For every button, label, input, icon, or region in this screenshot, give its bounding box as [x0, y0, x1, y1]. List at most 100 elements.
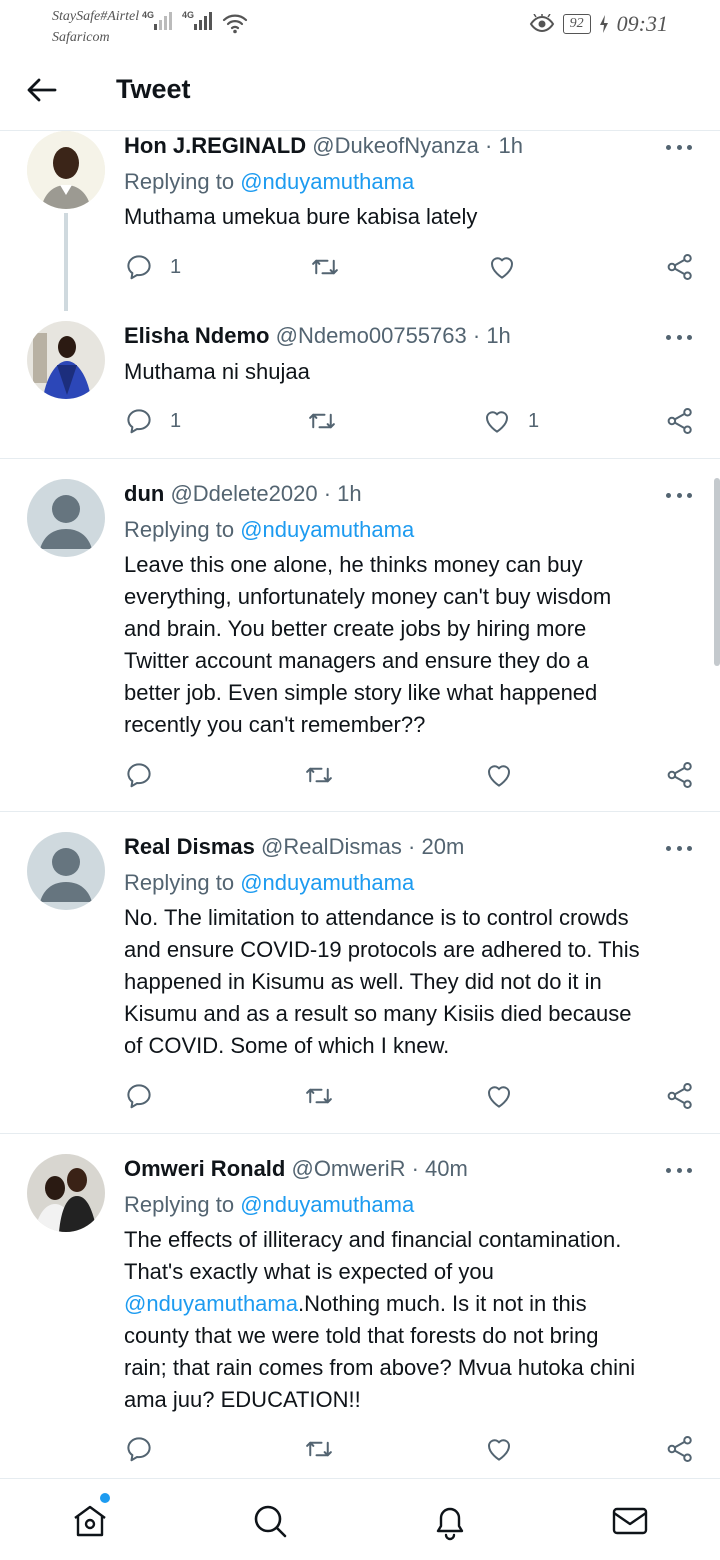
- scrollbar[interactable]: [714, 478, 720, 666]
- retweet-button[interactable]: [307, 406, 337, 436]
- mention-link[interactable]: @nduyamuthama: [240, 870, 414, 895]
- tweet-actions: [0, 1434, 720, 1468]
- back-arrow-icon[interactable]: [26, 76, 58, 104]
- charging-icon: [599, 15, 608, 33]
- share-button[interactable]: [665, 760, 695, 790]
- like-button[interactable]: [487, 252, 517, 282]
- tweet-meta: Omweri Ronald @OmweriR · 40m: [124, 1156, 468, 1182]
- retweet-button[interactable]: [304, 1081, 334, 1111]
- text-line: county that we were told that forests do…: [124, 1323, 599, 1348]
- reply-button[interactable]: [124, 1081, 154, 1111]
- notification-dot: [100, 1493, 110, 1503]
- replying-to: Replying to @nduyamuthama: [124, 169, 415, 194]
- reply-count: 1: [170, 255, 182, 278]
- retweet-icon: [310, 252, 340, 282]
- more-options-icon[interactable]: [666, 1166, 692, 1174]
- retweet-button[interactable]: [310, 252, 340, 282]
- author-handle[interactable]: @Ddelete2020: [170, 481, 317, 506]
- wifi-icon: [222, 14, 248, 34]
- replying-to: Replying to @nduyamuthama: [124, 870, 415, 895]
- reply-tweet[interactable]: Omweri Ronald @OmweriR · 40m Replying to…: [0, 1134, 720, 1478]
- like-button[interactable]: 1: [482, 406, 539, 436]
- reply-tweet[interactable]: Real Dismas @RealDismas · 20m Replying t…: [0, 812, 720, 1134]
- author-name[interactable]: dun: [124, 481, 164, 506]
- heart-icon: [482, 406, 512, 436]
- mention-link[interactable]: @nduyamuthama: [240, 517, 414, 542]
- reply-tweet[interactable]: dun @Ddelete2020 · 1h Replying to @nduya…: [0, 459, 720, 812]
- tweet-meta: Hon J.REGINALD @DukeofNyanza · 1h: [124, 133, 523, 159]
- more-options-icon[interactable]: [666, 333, 692, 341]
- text-line: recently you can't remember??: [124, 712, 426, 737]
- tweet-meta: Elisha Ndemo @Ndemo00755763 · 1h: [124, 323, 511, 349]
- default-avatar[interactable]: [27, 479, 105, 557]
- reply-tweet[interactable]: Hon J.REGINALD @DukeofNyanza · 1h Replyi…: [0, 131, 720, 311]
- tweet-meta: dun @Ddelete2020 · 1h: [124, 481, 362, 507]
- share-button[interactable]: [665, 1434, 695, 1464]
- text-line: Twitter account managers and ensure they…: [124, 648, 589, 673]
- like-button[interactable]: [484, 1434, 514, 1464]
- text-line: rain; that rain comes from above? Mvua h…: [124, 1355, 636, 1380]
- tweet-text: Leave this one alone, he thinks money ca…: [124, 549, 694, 741]
- author-name[interactable]: Omweri Ronald: [124, 1156, 285, 1181]
- home-icon[interactable]: [70, 1501, 110, 1541]
- text-line: and ensure COVID-19 protocols are adhere…: [124, 937, 640, 962]
- mention-link[interactable]: @nduyamuthama: [240, 169, 414, 194]
- app-header: Tweet: [0, 50, 720, 131]
- author-name[interactable]: Elisha Ndemo: [124, 323, 269, 348]
- signal-icon-2: 4G: [182, 10, 212, 30]
- like-count: 1: [528, 409, 540, 432]
- tweet-text: Muthama ni shujaa: [124, 359, 310, 384]
- default-avatar[interactable]: [27, 832, 105, 910]
- more-options-icon[interactable]: [666, 491, 692, 499]
- share-icon: [665, 760, 695, 790]
- author-name[interactable]: Real Dismas: [124, 834, 255, 859]
- tweet-text: No. The limitation to attendance is to c…: [124, 902, 694, 1062]
- share-icon: [665, 1434, 695, 1464]
- tweet-time: · 1h: [485, 133, 523, 158]
- share-icon: [665, 406, 695, 436]
- comment-icon: [124, 1434, 154, 1464]
- like-button[interactable]: [484, 1081, 514, 1111]
- reply-button[interactable]: 1: [124, 406, 181, 436]
- reply-button[interactable]: [124, 760, 154, 790]
- heart-icon: [487, 252, 517, 282]
- author-handle[interactable]: @OmweriR: [291, 1156, 405, 1181]
- reply-count: 1: [170, 409, 182, 432]
- retweet-button[interactable]: [304, 760, 334, 790]
- more-options-icon[interactable]: [666, 844, 692, 852]
- comment-icon: [124, 406, 154, 436]
- avatar[interactable]: [27, 321, 105, 399]
- mail-icon[interactable]: [610, 1501, 650, 1541]
- bell-icon[interactable]: [430, 1501, 470, 1541]
- author-handle[interactable]: @Ndemo00755763: [276, 323, 467, 348]
- share-button[interactable]: [665, 252, 695, 282]
- more-options-icon[interactable]: [666, 143, 692, 151]
- reply-tweet[interactable]: Elisha Ndemo @Ndemo00755763 · 1h Muthama…: [0, 311, 720, 459]
- bottom-navigation: [0, 1478, 720, 1560]
- replying-to: Replying to @nduyamuthama: [124, 517, 415, 542]
- text-line: That's exactly what is expected of you: [124, 1259, 494, 1284]
- mention-link[interactable]: @nduyamuthama: [124, 1291, 298, 1316]
- author-name[interactable]: Hon J.REGINALD: [124, 133, 306, 158]
- like-button[interactable]: [484, 760, 514, 790]
- tweet-time: · 1h: [323, 481, 362, 506]
- search-icon[interactable]: [250, 1501, 290, 1541]
- text-line: of COVID. Some of which I knew.: [124, 1033, 450, 1058]
- battery-indicator: 92: [562, 14, 591, 34]
- text-line: better job. Even simple story like what …: [124, 680, 598, 705]
- author-handle[interactable]: @RealDismas: [261, 834, 402, 859]
- author-handle[interactable]: @DukeofNyanza: [312, 133, 479, 158]
- reply-button[interactable]: 1: [124, 252, 181, 282]
- retweet-button[interactable]: [304, 1434, 334, 1464]
- heart-icon: [484, 760, 514, 790]
- avatar[interactable]: [27, 1154, 105, 1232]
- share-button[interactable]: [665, 1081, 695, 1111]
- heart-icon: [484, 1434, 514, 1464]
- share-button[interactable]: [665, 406, 695, 436]
- retweet-icon: [304, 760, 334, 790]
- comment-icon: [124, 252, 154, 282]
- retweet-icon: [304, 1434, 334, 1464]
- mention-link[interactable]: @nduyamuthama: [240, 1192, 414, 1217]
- avatar[interactable]: [27, 131, 105, 209]
- reply-button[interactable]: [124, 1434, 154, 1464]
